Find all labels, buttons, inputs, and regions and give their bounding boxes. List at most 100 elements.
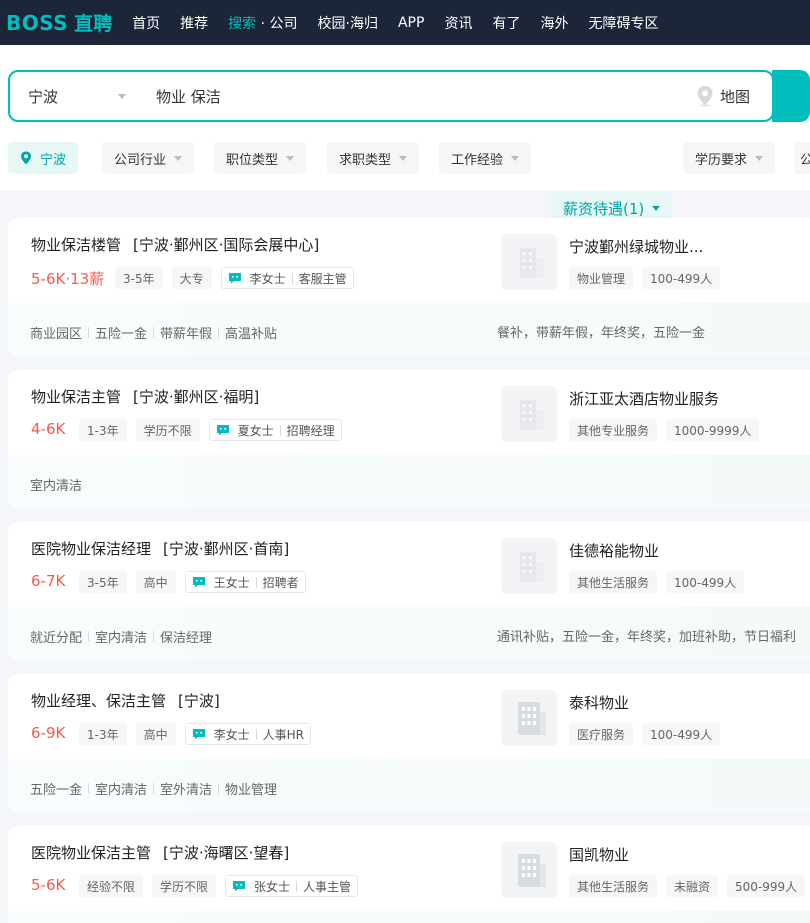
divider bbox=[218, 327, 220, 338]
recruiter-name: 夏女士 bbox=[237, 423, 274, 438]
chevron-down-icon bbox=[652, 205, 661, 211]
skill-tags: 商业园区 五险一金 带薪年假 高温补贴 bbox=[30, 323, 277, 342]
job-title-line[interactable]: 医院物业保洁主管 [宁波·海曙区·望春] bbox=[31, 842, 289, 863]
skill-tag: 室内清洁 bbox=[95, 631, 148, 646]
nav-home[interactable]: 首页 bbox=[132, 13, 160, 33]
search-band: 宁波 物业 保洁 地图 宁波 公司行业 职位类型 求职类型 工作经验 薪资待遇(… bbox=[0, 45, 810, 224]
job-title-line[interactable]: 医院物业保洁经理 [宁波·鄞州区·首南] bbox=[31, 538, 289, 559]
filter-job-type-label: 求职类型 bbox=[339, 152, 392, 168]
filter-industry-label: 公司行业 bbox=[114, 152, 167, 168]
company-logo[interactable] bbox=[501, 842, 557, 898]
logo-text-en: BOSS bbox=[6, 10, 69, 35]
job-tags: 经验不限 学历不限 张女士 人事主管 bbox=[79, 875, 359, 897]
filter-city[interactable]: 宁波 bbox=[8, 142, 79, 174]
skill-tags: 五险一金 室内清洁 室外清洁 物业管理 bbox=[30, 779, 277, 798]
nav-recommend[interactable]: 推荐 bbox=[180, 13, 208, 33]
company-name[interactable]: 浙江亚太酒店物业服务 bbox=[569, 388, 719, 409]
city-select-value: 宁波 bbox=[28, 87, 59, 106]
company-tags: 物业管理 100-499人 bbox=[569, 267, 729, 289]
job-title[interactable]: 医院物业保洁经理 bbox=[31, 540, 151, 558]
company-logo[interactable] bbox=[501, 690, 557, 746]
industry-tag: 其他专业服务 bbox=[569, 419, 658, 441]
job-card[interactable]: 医院物业保洁经理 [宁波·鄞州区·首南] 6-7K 3-5年 高中 王女士 招聘者 … bbox=[8, 522, 810, 660]
recruiter-info[interactable]: 张女士 人事主管 bbox=[225, 875, 359, 897]
filter-job-type[interactable]: 求职类型 bbox=[327, 142, 420, 174]
job-card-main[interactable]: 物业保洁主管 [宁波·鄞州区·福明] 4-6K 1-3年 学历不限 夏女士 招聘经理… bbox=[8, 370, 810, 455]
skill-tag: 保洁经理 bbox=[160, 631, 213, 646]
job-title[interactable]: 物业保洁主管 bbox=[31, 388, 121, 406]
skill-tag: 五险一金 bbox=[95, 327, 148, 342]
job-title[interactable]: 医院物业保洁主管 bbox=[31, 844, 151, 862]
company-logo[interactable] bbox=[501, 538, 557, 594]
nav-app[interactable]: APP bbox=[398, 15, 424, 31]
divider bbox=[296, 880, 298, 892]
job-card-main[interactable]: 物业保洁楼管 [宁波·鄞州区·国际会展中心] 5-6K·13薪 3-5年 大专 李… bbox=[8, 218, 810, 303]
nav-news[interactable]: 资讯 bbox=[444, 13, 472, 33]
search-input[interactable]: 物业 保洁 bbox=[140, 86, 696, 107]
nav-campus[interactable]: 校园·海归 bbox=[318, 13, 378, 33]
skill-tag: 物业管理 bbox=[225, 783, 278, 798]
company-logo[interactable] bbox=[501, 234, 557, 290]
job-title[interactable]: 物业保洁楼管 bbox=[31, 236, 121, 254]
job-card-main[interactable]: 医院物业保洁经理 [宁波·鄞州区·首南] 6-7K 3-5年 高中 王女士 招聘者 … bbox=[8, 522, 810, 607]
company-tags: 医疗服务 100-499人 bbox=[569, 723, 729, 745]
job-card-footer bbox=[8, 911, 810, 923]
filter-industry[interactable]: 公司行业 bbox=[102, 142, 195, 174]
chat-icon bbox=[192, 577, 205, 588]
top-header: BOSS 直聘 首页 推荐 搜索 · 公司 校园·海归 APP 资讯 有了 海外… bbox=[0, 0, 810, 45]
filter-company-size-label: 公 bbox=[800, 152, 810, 168]
city-select[interactable]: 宁波 bbox=[10, 86, 140, 107]
experience-tag: 3-5年 bbox=[115, 267, 163, 289]
filter-experience[interactable]: 工作经验 bbox=[439, 142, 532, 174]
job-tags: 1-3年 学历不限 夏女士 招聘经理 bbox=[79, 419, 342, 441]
nav-accessibility[interactable]: 无障碍专区 bbox=[588, 13, 658, 33]
map-pin-icon bbox=[697, 86, 713, 107]
nav-search[interactable]: 搜索 bbox=[228, 16, 256, 32]
job-salary: 6-9K bbox=[31, 724, 66, 742]
filter-education-label: 学历要求 bbox=[695, 152, 748, 168]
job-title[interactable]: 物业经理、保洁主管 bbox=[31, 692, 166, 710]
welfare-text: 餐补，带薪年假，年终奖，五险一金 bbox=[497, 326, 706, 341]
nav-youle[interactable]: 有了 bbox=[492, 13, 520, 33]
recruiter-title: 人事HR bbox=[262, 727, 305, 742]
job-title-line[interactable]: 物业经理、保洁主管 [宁波] bbox=[31, 690, 220, 711]
welfare-text: 通讯补贴，五险一金，年终奖，加班补助，节日福利 bbox=[497, 630, 797, 645]
boss-logo[interactable]: BOSS 直聘 bbox=[0, 0, 112, 45]
skill-tag: 室内清洁 bbox=[30, 479, 83, 494]
job-card[interactable]: 物业经理、保洁主管 [宁波] 6-9K 1-3年 高中 李女士 人事HR 泰科物业 … bbox=[8, 674, 810, 812]
skill-tags: 室内清洁 bbox=[30, 475, 82, 494]
filter-position-type[interactable]: 职位类型 bbox=[214, 142, 307, 174]
job-card[interactable]: 物业保洁楼管 [宁波·鄞州区·国际会展中心] 5-6K·13薪 3-5年 大专 李… bbox=[8, 218, 810, 356]
company-logo[interactable] bbox=[501, 386, 557, 442]
company-name[interactable]: 泰科物业 bbox=[569, 692, 629, 713]
nav-company[interactable]: 公司 bbox=[270, 16, 298, 32]
filter-city-label: 宁波 bbox=[40, 152, 67, 168]
job-location: [宁波·海曙区·望春] bbox=[163, 844, 290, 862]
divider bbox=[153, 631, 155, 642]
job-card[interactable]: 物业保洁主管 [宁波·鄞州区·福明] 4-6K 1-3年 学历不限 夏女士 招聘经理… bbox=[8, 370, 810, 508]
map-button[interactable]: 地图 bbox=[696, 85, 772, 107]
filter-position-type-label: 职位类型 bbox=[226, 152, 279, 168]
recruiter-info[interactable]: 李女士 人事HR bbox=[184, 723, 312, 745]
company-name[interactable]: 宁波鄞州绿城物业... bbox=[569, 236, 703, 257]
job-title-line[interactable]: 物业保洁主管 [宁波·鄞州区·福明] bbox=[31, 386, 259, 407]
job-card-footer: 室内清洁 bbox=[8, 455, 810, 508]
recruiter-info[interactable]: 李女士 客服主管 bbox=[220, 267, 354, 289]
company-name[interactable]: 国凯物业 bbox=[569, 844, 629, 865]
job-card[interactable]: 医院物业保洁主管 [宁波·海曙区·望春] 5-6K 经验不限 学历不限 张女士 人事… bbox=[8, 826, 810, 923]
education-tag: 学历不限 bbox=[135, 419, 200, 441]
recruiter-info[interactable]: 夏女士 招聘经理 bbox=[208, 419, 342, 441]
job-card-main[interactable]: 物业经理、保洁主管 [宁波] 6-9K 1-3年 高中 李女士 人事HR 泰科物业 … bbox=[8, 674, 810, 759]
recruiter-info[interactable]: 王女士 招聘者 bbox=[184, 571, 306, 593]
job-title-line[interactable]: 物业保洁楼管 [宁波·鄞州区·国际会展中心] bbox=[31, 234, 319, 255]
chat-icon bbox=[233, 881, 246, 892]
filter-company-size[interactable]: 公 bbox=[794, 142, 810, 174]
nav-search-company[interactable]: 搜索 · 公司 bbox=[228, 13, 297, 33]
filter-education[interactable]: 学历要求 bbox=[683, 142, 776, 174]
divider bbox=[88, 783, 90, 794]
size-tag: 1000-9999人 bbox=[666, 419, 760, 441]
nav-overseas[interactable]: 海外 bbox=[540, 13, 568, 33]
search-button[interactable] bbox=[772, 70, 810, 122]
job-card-main[interactable]: 医院物业保洁主管 [宁波·海曙区·望春] 5-6K 经验不限 学历不限 张女士 人事… bbox=[8, 826, 810, 911]
company-name[interactable]: 佳德裕能物业 bbox=[569, 540, 659, 561]
